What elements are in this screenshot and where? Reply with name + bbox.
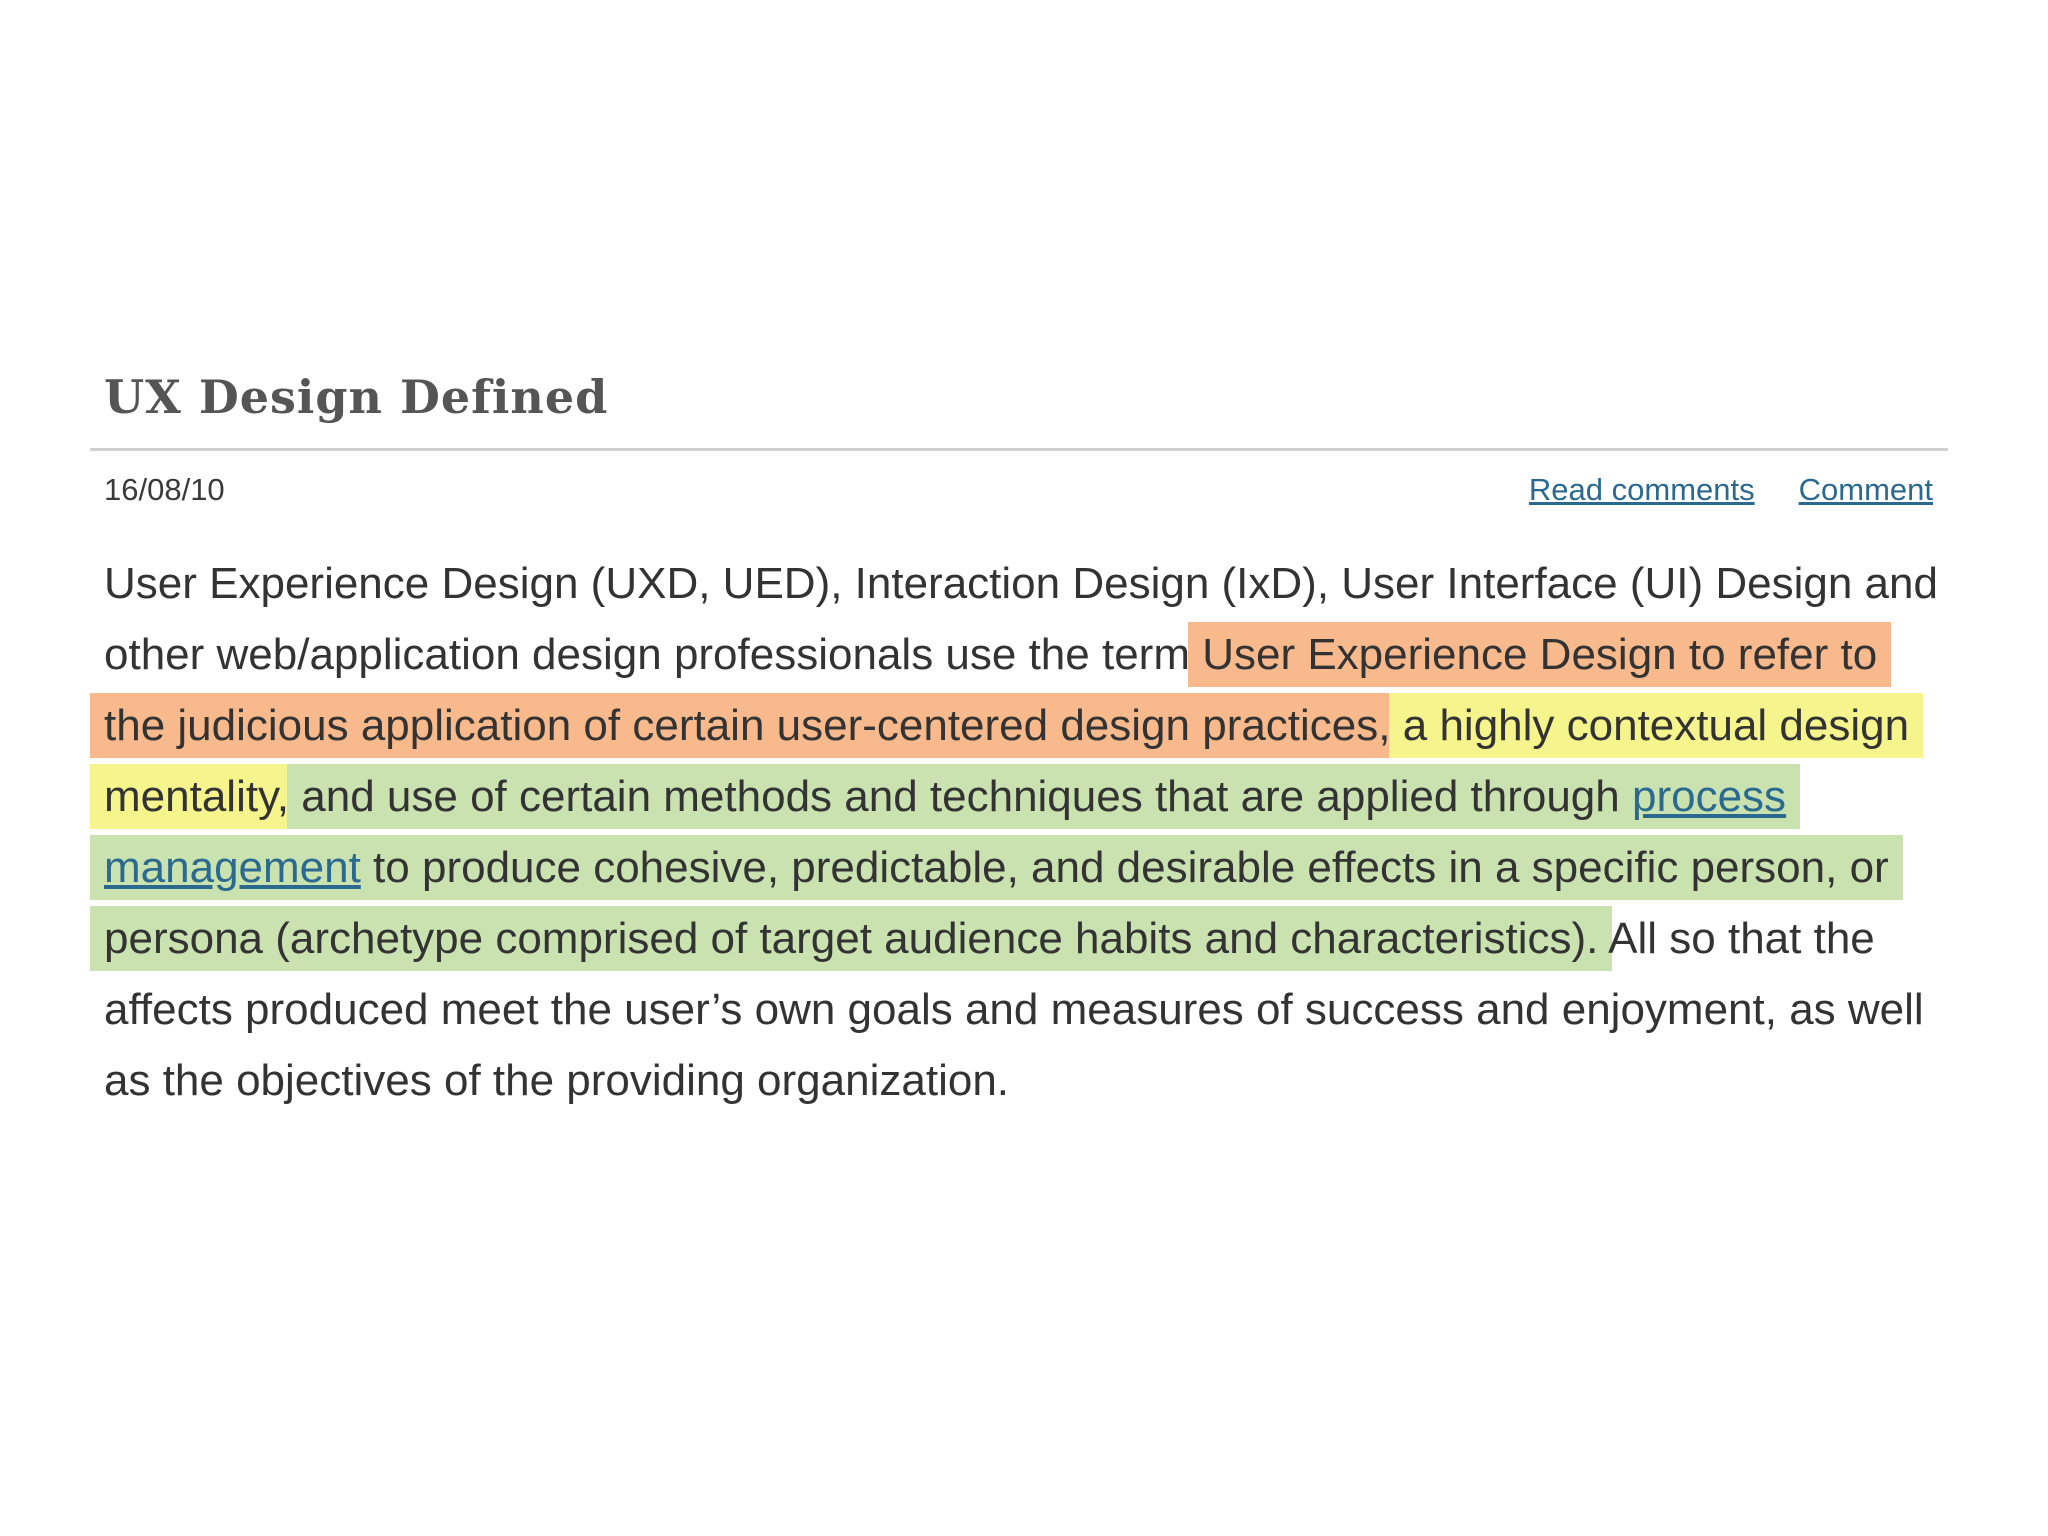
post-links: Read comments Comment (1485, 472, 1933, 508)
title-divider (90, 448, 1948, 451)
highlight-green-text-before: and use of certain methods and technique… (301, 772, 1632, 821)
post-body: User Experience Design (UXD, UED), Inter… (90, 548, 1944, 1116)
read-comments-link[interactable]: Read comments (1529, 472, 1755, 507)
post-title: UX Design Defined (104, 370, 609, 424)
page: UX Design Defined 16/08/10 Read comments… (0, 0, 2048, 1536)
post-date: 16/08/10 (104, 472, 225, 507)
comment-link[interactable]: Comment (1799, 472, 1933, 507)
